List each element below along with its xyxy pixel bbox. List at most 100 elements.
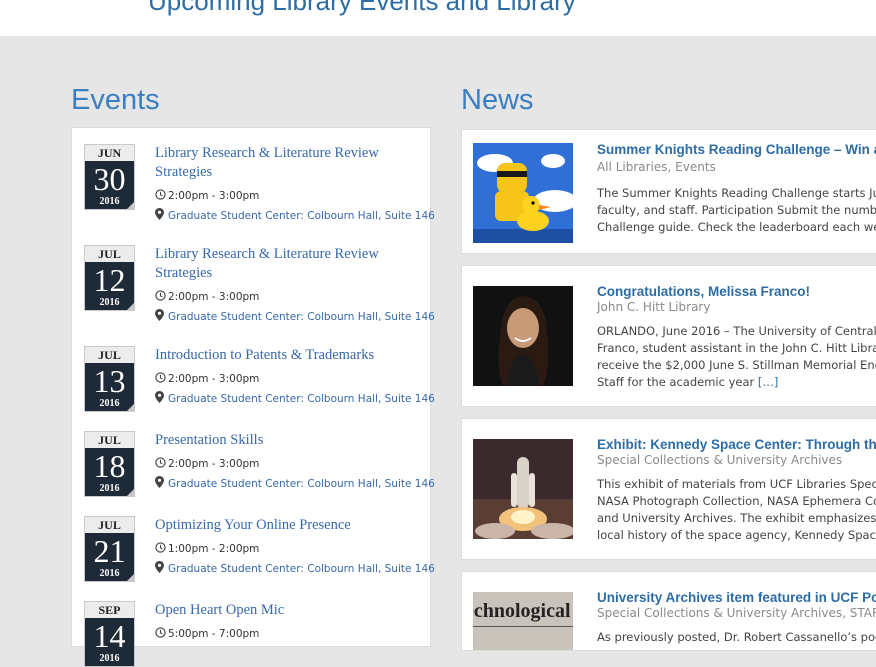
news-thumbnail-melissa-franco[interactable] (473, 286, 573, 386)
event-date-badge: SEP 14 2016 (84, 601, 135, 667)
news-excerpt: The Summer Knights Reading Challenge sta… (597, 185, 876, 236)
news-excerpt: ORLANDO, June 2016 – The University of C… (597, 323, 876, 391)
event-date-badge: JUL 13 2016 (84, 346, 135, 412)
news-title-link[interactable]: University Archives item featured in UCF… (597, 590, 876, 605)
news-excerpt-line: NASA Photograph Collection, NASA Ephemer… (597, 494, 876, 508)
newspaper-masthead: echnological (473, 600, 571, 622)
news-excerpt: As previously posted, Dr. Robert Cassane… (597, 629, 876, 646)
event-day: 18 (93, 448, 126, 484)
news-title-link[interactable]: Congratulations, Melissa Franco! (597, 284, 810, 299)
event-time-text: 1:00pm - 2:00pm (168, 543, 260, 555)
event-title-link[interactable]: Introduction to Patents & Trademarks (155, 346, 405, 365)
event-date-badge: JUL 21 2016 (84, 516, 135, 582)
page-fold-decoration (127, 574, 134, 581)
news-card: Congratulations, Melissa Franco! John C.… (461, 265, 876, 407)
event-title-link[interactable]: Open Heart Open Mic (155, 601, 405, 620)
news-card: echnological University Archives item fe… (461, 571, 876, 651)
news-card: Summer Knights Reading Challenge – Win a… (461, 129, 876, 254)
page-fold-decoration (127, 303, 134, 310)
event-time-text: 2:00pm - 3:00pm (168, 190, 260, 202)
event-time: 2:00pm - 3:00pm (155, 372, 259, 386)
news-excerpt-line: The Summer Knights Reading Challenge sta… (597, 186, 876, 200)
news-excerpt-line: Challenge guide. Check the leaderboard e… (597, 220, 876, 234)
knight-duck-illustration-icon (473, 143, 573, 243)
event-time-text: 2:00pm - 3:00pm (168, 291, 260, 303)
page-fold-decoration (127, 202, 134, 209)
event-time: 2:00pm - 3:00pm (155, 290, 259, 304)
event-title-link[interactable]: Optimizing Your Online Presence (155, 516, 405, 535)
event-year: 2016 (99, 653, 120, 664)
news-excerpt-line: Franco, student assistant in the John C.… (597, 341, 876, 355)
event-time: 2:00pm - 3:00pm (155, 457, 259, 471)
news-excerpt: This exhibit of materials from UCF Libra… (597, 476, 876, 544)
news-excerpt-line: faculty, and staff. Participation Submit… (597, 203, 876, 217)
event-time: 2:00pm - 3:00pm (155, 189, 259, 203)
news-categories: John C. Hitt Library (597, 300, 711, 314)
event-month: SEP (85, 602, 134, 618)
event-time-text: 5:00pm - 7:00pm (168, 628, 260, 640)
news-excerpt-line: receive the $2,000 June S. Stillman Memo… (597, 358, 876, 372)
event-day: 30 (93, 161, 126, 197)
news-thumbnail-university-archives[interactable]: echnological (473, 592, 573, 650)
news-excerpt-line: local history of the space agency, Kenne… (597, 528, 876, 542)
event-title-link[interactable]: Presentation Skills (155, 431, 405, 450)
page-fold-decoration (127, 404, 134, 411)
event-title-link[interactable]: Library Research & Literature Review Str… (155, 144, 405, 182)
event-day: 21 (93, 533, 126, 569)
event-date-badge: JUL 18 2016 (84, 431, 135, 497)
event-location: Graduate Student Center: Colbourn Hall, … (155, 476, 435, 491)
clock-icon (155, 372, 167, 386)
events-heading: Events (71, 84, 160, 116)
page-fold-decoration (127, 489, 134, 496)
news-thumbnail-reading-challenge[interactable] (473, 143, 573, 243)
event-time-text: 2:00pm - 3:00pm (168, 458, 260, 470)
event-day: 12 (93, 262, 126, 298)
event-time: 1:00pm - 2:00pm (155, 542, 259, 556)
map-marker-icon (155, 208, 167, 223)
news-categories: Special Collections & University Archive… (597, 606, 876, 620)
news-title-link[interactable]: Exhibit: Kennedy Space Center: Through t… (597, 437, 876, 452)
news-card: Exhibit: Kennedy Space Center: Through t… (461, 418, 876, 560)
read-more-link[interactable]: […] (758, 375, 778, 389)
event-month: JUL (85, 517, 134, 533)
news-heading: News (461, 84, 534, 116)
top-banner-text: Upcoming Library Events and Library (148, 0, 576, 16)
event-location: Graduate Student Center: Colbourn Hall, … (155, 208, 435, 223)
news-categories: Special Collections & University Archive… (597, 453, 843, 467)
event-location: Graduate Student Center: Colbourn Hall, … (155, 309, 435, 324)
event-day: 14 (93, 618, 126, 654)
news-excerpt-line: This exhibit of materials from UCF Libra… (597, 477, 876, 491)
map-marker-icon (155, 561, 167, 576)
map-marker-icon (155, 309, 167, 324)
map-marker-icon (155, 476, 167, 491)
news-thumbnail-kennedy-space[interactable] (473, 439, 573, 539)
event-day: 13 (93, 363, 126, 399)
event-month: JUL (85, 432, 134, 448)
event-location-link[interactable]: Graduate Student Center: Colbourn Hall, … (168, 563, 435, 575)
event-location: Graduate Student Center: Colbourn Hall, … (155, 391, 435, 406)
event-location-link[interactable]: Graduate Student Center: Colbourn Hall, … (168, 210, 435, 222)
event-month: JUL (85, 347, 134, 363)
event-location-link[interactable]: Graduate Student Center: Colbourn Hall, … (168, 393, 435, 405)
news-categories: All Libraries, Events (597, 160, 716, 174)
space-shuttle-launch-icon (473, 439, 573, 539)
clock-icon (155, 457, 167, 471)
event-date-badge: JUN 30 2016 (84, 144, 135, 210)
divider (473, 626, 573, 627)
news-excerpt-line: and University Archives. The exhibit emp… (597, 511, 876, 525)
event-time-text: 2:00pm - 3:00pm (168, 373, 260, 385)
news-title-link[interactable]: Summer Knights Reading Challenge – Win a (597, 142, 876, 157)
news-excerpt-line: Staff for the academic year […] (597, 374, 876, 391)
top-banner: Upcoming Library Events and Library (0, 0, 876, 36)
event-title-link[interactable]: Library Research & Literature Review Str… (155, 245, 405, 283)
event-month: JUN (85, 145, 134, 161)
clock-icon (155, 290, 167, 304)
event-location-link[interactable]: Graduate Student Center: Colbourn Hall, … (168, 311, 435, 323)
portrait-photo-icon (473, 286, 573, 386)
clock-icon (155, 542, 167, 556)
news-excerpt-line: ORLANDO, June 2016 – The University of C… (597, 324, 876, 338)
events-panel: JUN 30 2016 Library Research & Literatur… (71, 127, 435, 667)
event-location-link[interactable]: Graduate Student Center: Colbourn Hall, … (168, 478, 435, 490)
clock-icon (155, 189, 167, 203)
news-excerpt-last: Staff for the academic year (597, 375, 755, 389)
